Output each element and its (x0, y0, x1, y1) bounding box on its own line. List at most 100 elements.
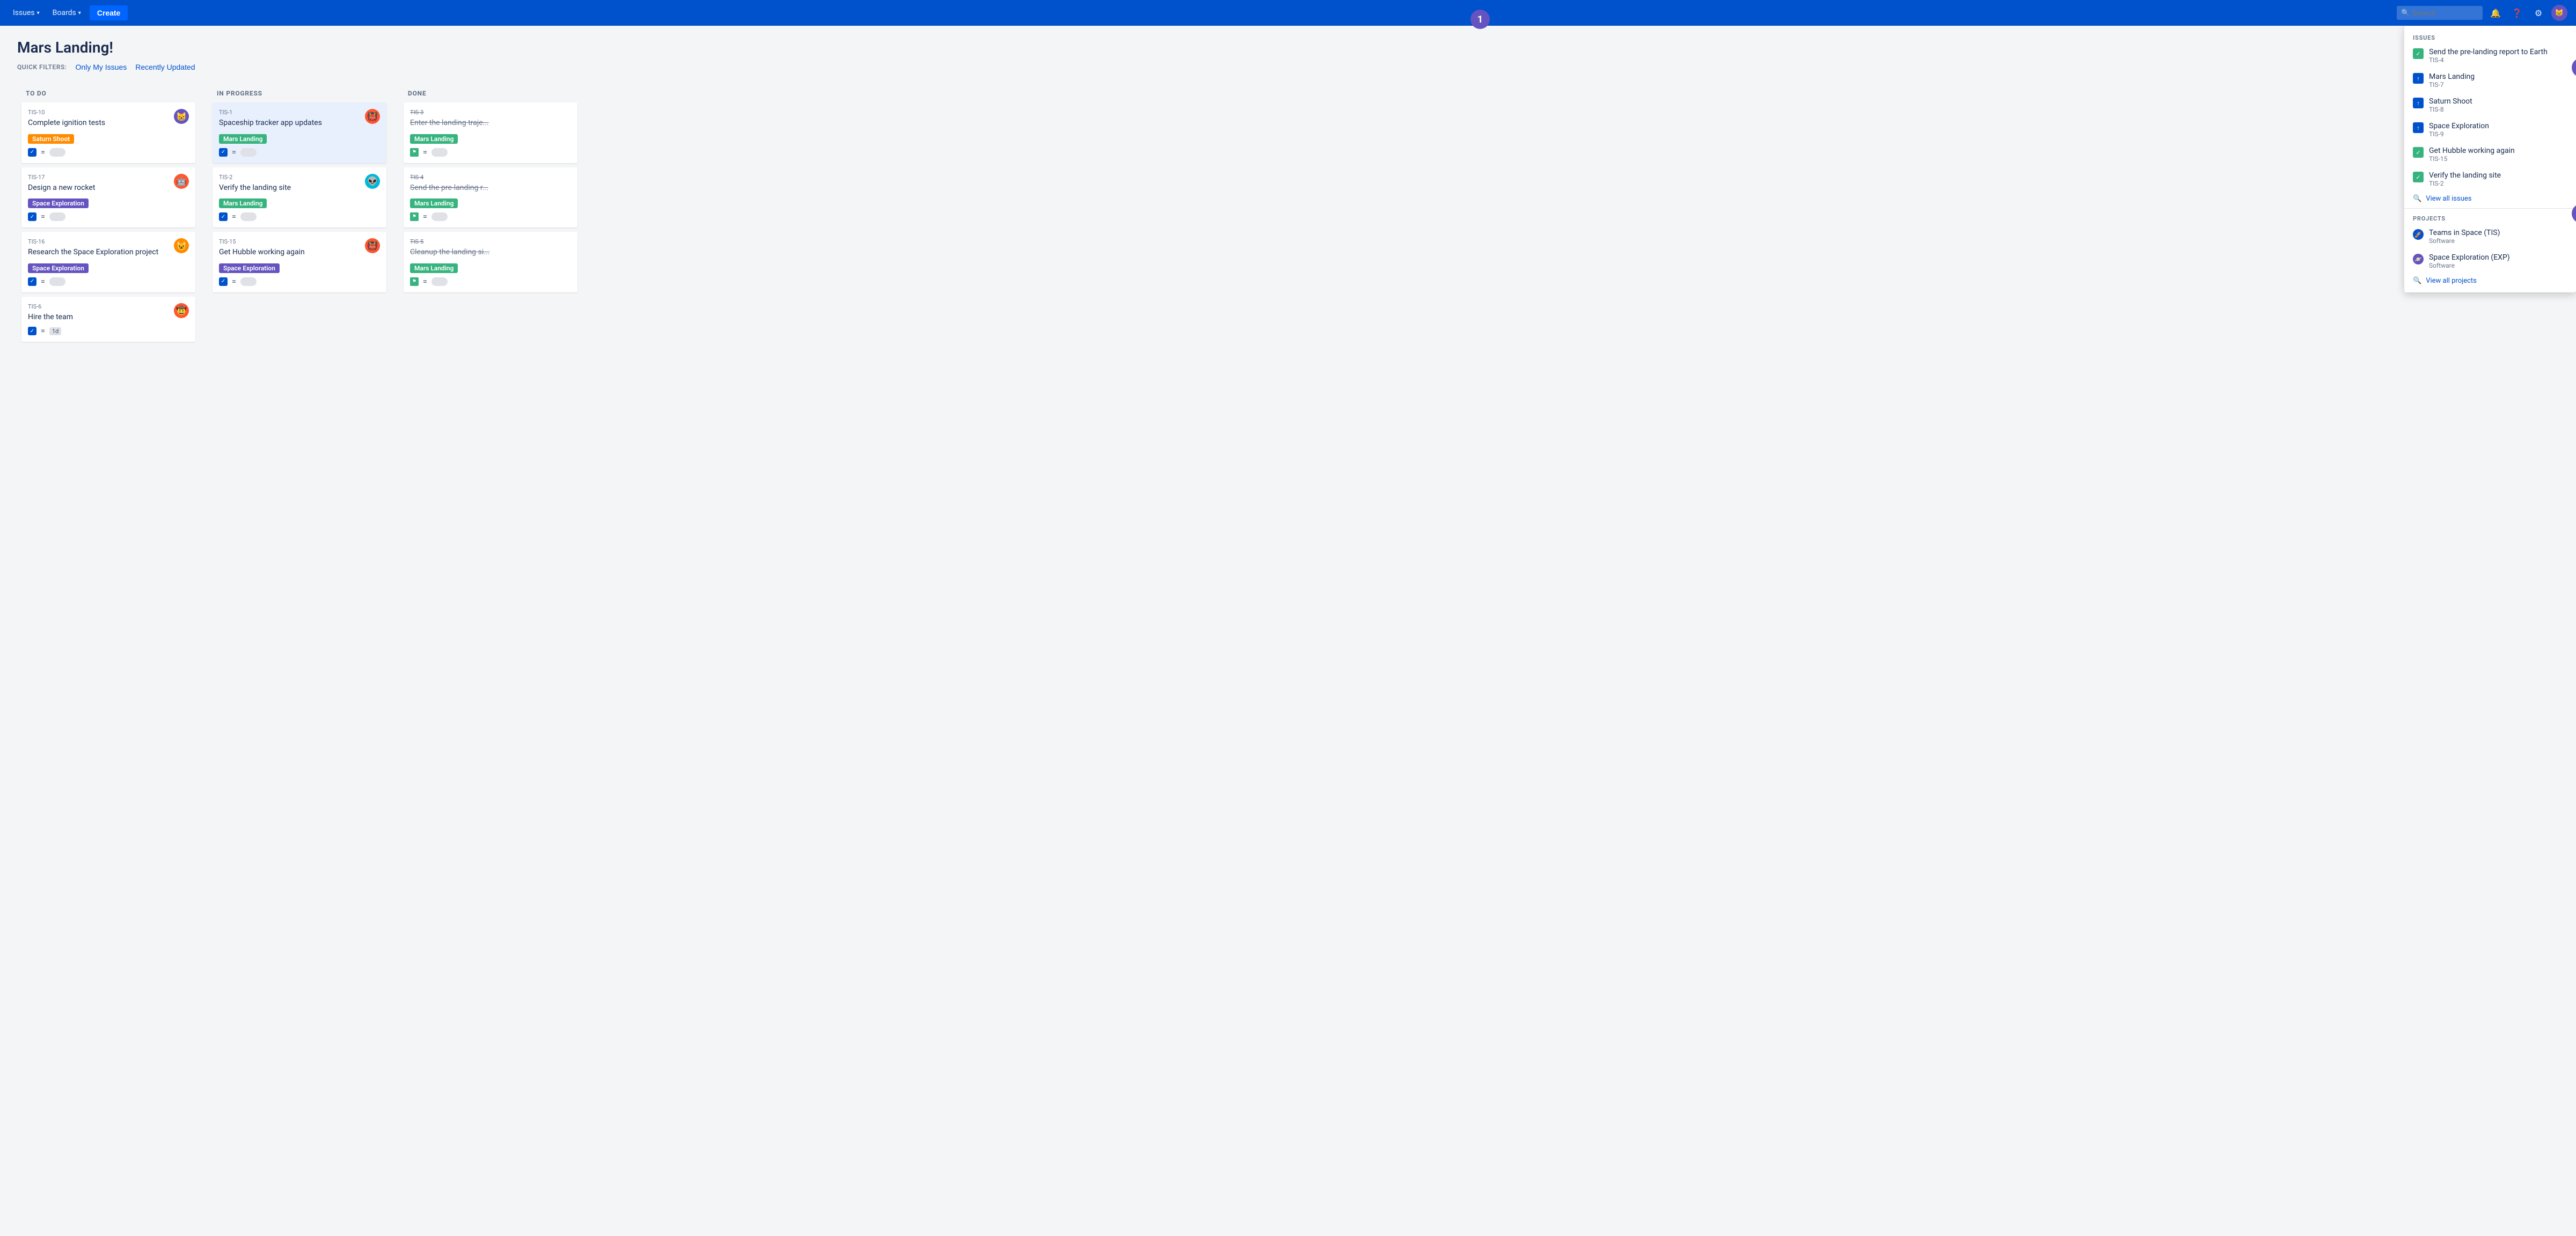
dropdown-issue-text: Saturn ShootTIS-8 (2429, 97, 2472, 113)
nav-boards-chevron: ▾ (78, 10, 81, 16)
card-avatar: 😺 (174, 238, 189, 253)
card[interactable]: TIS-6Hire the team✓=1d🤠 (21, 297, 195, 342)
card-footer: ✓= (28, 277, 189, 286)
avatar[interactable]: 😸 (2551, 5, 2567, 21)
card-footer: ✓= (28, 212, 189, 221)
dropdown-issue-item[interactable]: ↑Space ExplorationTIS-9 (2404, 117, 2576, 142)
dropdown-issue-item[interactable]: ✓Get Hubble working againTIS-15 (2404, 142, 2576, 167)
dropdown-issue-id: TIS-4 (2429, 56, 2548, 64)
card-toggle[interactable] (431, 148, 448, 157)
dropdown-issue-title: Space Exploration (2429, 122, 2489, 130)
nav-boards[interactable]: Boards ▾ (48, 6, 85, 19)
issues-section-title: ISSUES (2404, 30, 2576, 43)
card-avatar: 🤠 (174, 303, 189, 318)
card-check[interactable]: ✓ (28, 212, 36, 221)
dropdown-issue-icon: ↑ (2413, 122, 2424, 133)
card[interactable]: TIS-5Cleanup the landing si...Mars Landi… (404, 232, 577, 292)
card-footer: ⚑= (410, 212, 571, 221)
card-toggle[interactable] (49, 212, 65, 221)
dropdown-project-icon: 🪐 (2413, 254, 2424, 264)
dropdown-project-text: Space Exploration (EXP)Software (2429, 253, 2510, 269)
search-input[interactable] (2397, 6, 2483, 20)
card-dash: = (421, 277, 429, 286)
card[interactable]: TIS-4Send the pre-landing r...Mars Landi… (404, 167, 577, 228)
nav-issues[interactable]: Issues ▾ (9, 6, 44, 19)
card-badge: Space Exploration (28, 263, 89, 273)
settings-icon[interactable]: ⚙ (2530, 4, 2547, 21)
dropdown-issue-icon: ↑ (2413, 98, 2424, 108)
dropdown-project-item[interactable]: 🪐 Space Exploration (EXP)Software (2404, 249, 2576, 274)
card-badge: Mars Landing (410, 198, 458, 208)
view-all-issues[interactable]: 🔍 View all issues (2404, 192, 2576, 206)
card-dash: = (39, 148, 47, 157)
card-check[interactable]: ✓ (28, 277, 36, 286)
dropdown-issue-item[interactable]: ✓Verify the landing siteTIS-2 (2404, 167, 2576, 192)
card-badge: Saturn Shoot (28, 134, 74, 144)
card-check[interactable]: ✓ (219, 212, 228, 221)
card-title: Get Hubble working again (219, 247, 380, 258)
dropdown-project-item[interactable]: 🚀Teams in Space (TIS)Software (2404, 224, 2576, 249)
column-inprogress: IN PROGRESSTIS-1Spaceship tracker app up… (208, 82, 391, 350)
view-all-projects[interactable]: 🔍 View all projects (2404, 274, 2576, 288)
dropdown-issue-item[interactable]: ↑ Saturn ShootTIS-8 (2404, 93, 2576, 117)
card-footer: ✓= (219, 148, 380, 157)
card-check[interactable]: ✓ (28, 327, 36, 335)
filter-my-issues[interactable]: Only My Issues (76, 63, 127, 71)
card[interactable]: TIS-15 Get Hubble working again Space Expl… (213, 232, 386, 292)
dropdown-issue-item[interactable]: ↑Mars LandingTIS-7 (2404, 68, 2576, 93)
card-avatar: 😸 (174, 109, 189, 124)
card-dash: = (39, 327, 47, 335)
quick-filters: QUICK FILTERS: Only My Issues Recently U… (17, 63, 2559, 71)
card-footer: ✓=1d (28, 327, 189, 335)
card-id: TIS-16 (28, 238, 189, 245)
card-check[interactable]: ✓ (219, 277, 228, 286)
card[interactable]: TIS-17Design a new rocketSpace Explorati… (21, 167, 195, 228)
create-button[interactable]: Create (90, 5, 128, 20)
card[interactable]: TIS-1Spaceship tracker app updatesMars L… (213, 102, 386, 163)
card-dash: = (39, 277, 47, 286)
card-id: TIS-15 (219, 238, 380, 245)
card-toggle[interactable] (431, 212, 448, 221)
card-toggle[interactable] (240, 148, 257, 157)
help-icon[interactable]: ❓ (2508, 4, 2526, 21)
card-check[interactable]: ✓ (28, 148, 36, 157)
card-dash: = (230, 148, 238, 157)
card-badge: Space Exploration (28, 198, 89, 208)
dropdown-issue-title: Saturn Shoot (2429, 97, 2472, 106)
filter-recently-updated[interactable]: Recently Updated (135, 63, 195, 71)
card[interactable]: TIS-10 Complete ignition tests Saturn Shoo… (21, 102, 195, 163)
card-avatar: 🤖 (174, 174, 189, 189)
board: TO DO TIS-10 Complete ignition tests Saturn… (17, 82, 2559, 350)
card[interactable]: TIS-2Verify the landing siteMars Landing… (213, 167, 386, 228)
card-title: Spaceship tracker app updates (219, 118, 380, 129)
card-id: TIS-1 (219, 109, 380, 116)
card-controls: ✓= (219, 277, 257, 286)
card[interactable]: TIS-3Enter the landing traje...Mars Land… (404, 102, 577, 163)
card-id: TIS-5 (410, 238, 571, 245)
card[interactable]: TIS-16Research the Space Exploration pro… (21, 232, 195, 292)
dropdown-project-subtitle: Software (2429, 237, 2500, 245)
card-toggle[interactable] (49, 277, 65, 286)
search-dropdown: ISSUES ✓ Send the pre-landing report to E… (2404, 26, 2576, 292)
card-title: Complete ignition tests (28, 118, 189, 129)
dropdown-issue-icon: ✓ (2413, 48, 2424, 59)
dropdown-issue-item[interactable]: ✓ Send the pre-landing report to EarthTIS… (2404, 43, 2576, 68)
card-id: TIS-4 (410, 174, 571, 181)
card-check[interactable]: ✓ (219, 148, 228, 157)
card-dash: = (230, 277, 238, 286)
card-toggle[interactable] (49, 148, 65, 157)
card-id: TIS-10 (28, 109, 189, 116)
card-badge: Space Exploration (219, 263, 280, 273)
card-footer: ⚑= (410, 277, 571, 286)
search-icon-small: 🔍 (2413, 195, 2421, 203)
column-header-todo: TO DO (21, 86, 195, 102)
notification-icon[interactable]: 🔔 (2487, 4, 2504, 21)
card-badge: Mars Landing (410, 263, 458, 273)
card-controls: ✓= (28, 212, 65, 221)
dropdown-issue-text: Send the pre-landing report to EarthTIS-… (2429, 48, 2548, 64)
card-toggle[interactable] (431, 277, 448, 286)
dropdown-issue-text: Verify the landing siteTIS-2 (2429, 171, 2501, 187)
card-badge: Mars Landing (410, 134, 458, 144)
card-toggle[interactable] (240, 277, 257, 286)
card-toggle[interactable] (240, 212, 257, 221)
